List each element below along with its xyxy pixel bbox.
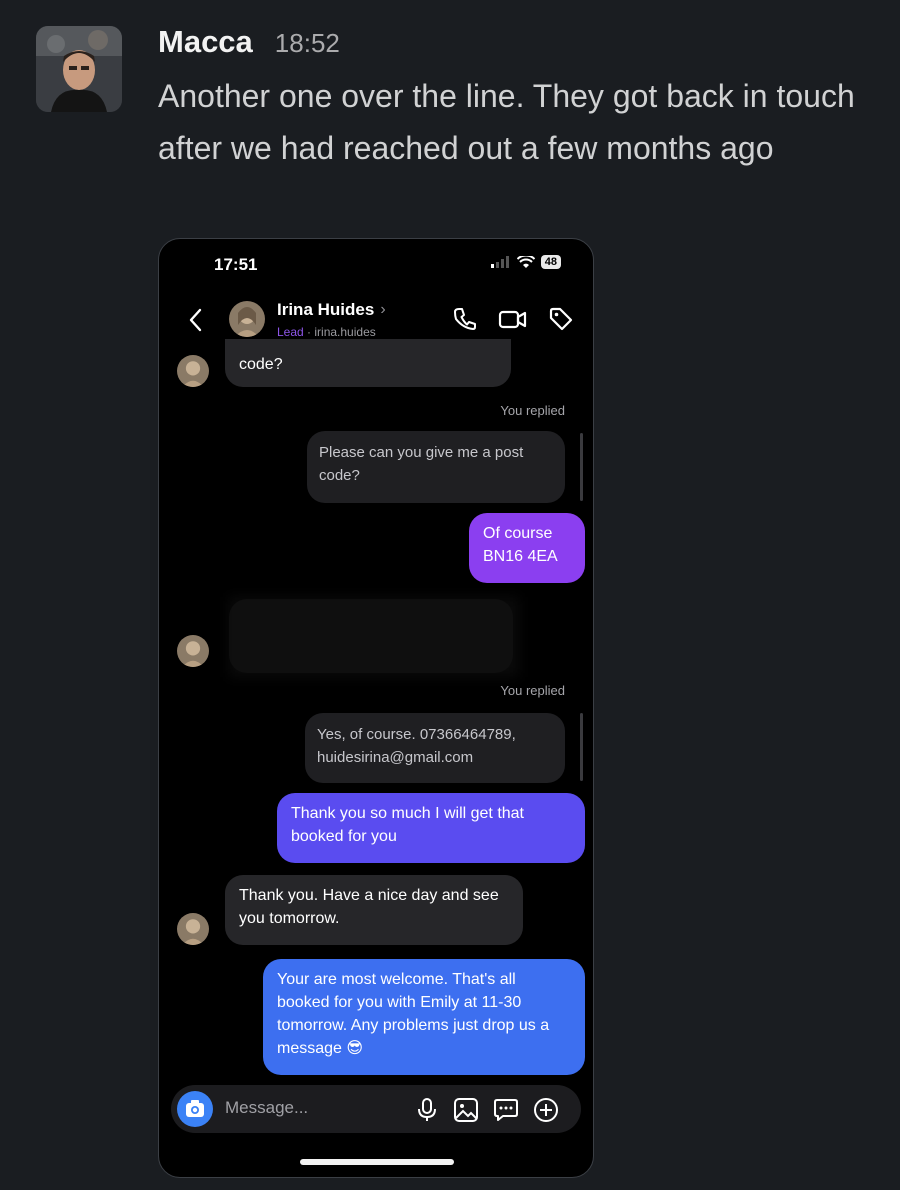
quote-bar xyxy=(580,713,583,781)
message-text: Thank you so much I will get that booked… xyxy=(291,805,524,845)
video-icon[interactable] xyxy=(497,305,529,333)
contact-handle: · irina.huides xyxy=(307,325,376,339)
home-indicator xyxy=(300,1159,454,1165)
contact-name-text: Irina Huides xyxy=(277,300,375,319)
tag-icon[interactable] xyxy=(547,305,575,333)
slack-message: Macca 18:52 Another one over the line. T… xyxy=(0,0,900,1190)
outgoing-message[interactable]: Your are most welcome. That's all booked… xyxy=(263,959,585,1075)
contact-name[interactable]: Irina Huides › xyxy=(277,300,386,320)
header-actions xyxy=(451,305,575,333)
quoted-text: Yes, of course. 07366464789, huidesirina… xyxy=(317,726,516,766)
redacted-bubble xyxy=(229,599,513,673)
message-timestamp[interactable]: 18:52 xyxy=(275,28,340,59)
contact-subtitle: Lead · irina.huides xyxy=(277,325,376,339)
plus-icon[interactable] xyxy=(533,1097,559,1123)
sender-name[interactable]: Macca xyxy=(158,24,253,60)
outgoing-message[interactable]: Thank you so much I will get that booked… xyxy=(277,793,585,863)
chevron-left-icon[interactable] xyxy=(185,307,207,333)
phone-icon[interactable] xyxy=(451,305,479,333)
signal-icon xyxy=(490,256,509,268)
message-composer: Message... xyxy=(171,1085,581,1133)
message-text: Of course BN16 4EA xyxy=(483,525,558,565)
incoming-message[interactable]: code? xyxy=(225,339,511,387)
wifi-icon xyxy=(516,255,535,268)
lead-label: Lead xyxy=(277,325,304,339)
outgoing-message[interactable]: Of course BN16 4EA xyxy=(469,513,585,583)
screenshot-attachment[interactable]: 17:51 48 Irina Huides › Lead · irina.hui… xyxy=(158,238,594,1178)
message-text: Your are most welcome. That's all booked… xyxy=(277,971,550,1057)
chevron-right-icon: › xyxy=(380,301,386,318)
message-text: Another one over the line. They got back… xyxy=(158,78,855,166)
mic-icon[interactable] xyxy=(415,1097,439,1123)
status-bar: 17:51 48 xyxy=(159,239,593,289)
message-input[interactable]: Message... xyxy=(225,1098,308,1118)
composer-actions xyxy=(415,1097,559,1123)
contact-avatar[interactable] xyxy=(229,301,265,337)
message-text: Thank you. Have a nice day and see you t… xyxy=(239,887,499,927)
gallery-icon[interactable] xyxy=(453,1097,479,1123)
message-text: code? xyxy=(239,356,283,373)
message-header: Macca 18:52 xyxy=(158,24,340,60)
quoted-text: Please can you give me a post code? xyxy=(319,444,524,484)
battery-indicator: 48 xyxy=(540,255,561,269)
status-time: 17:51 xyxy=(214,255,258,274)
contact-avatar-small xyxy=(177,913,209,945)
sticker-icon[interactable] xyxy=(493,1097,519,1123)
quoted-message[interactable]: Yes, of course. 07366464789, huidesirina… xyxy=(305,713,565,783)
incoming-message[interactable]: Thank you. Have a nice day and see you t… xyxy=(225,875,523,945)
camera-icon xyxy=(186,1100,204,1117)
camera-button[interactable] xyxy=(177,1091,213,1127)
replied-label: You replied xyxy=(500,403,565,418)
sender-avatar[interactable] xyxy=(36,26,122,112)
contact-avatar-small xyxy=(177,635,209,667)
status-icons: 48 xyxy=(490,255,561,269)
quoted-message[interactable]: Please can you give me a post code? xyxy=(307,431,565,503)
replied-label: You replied xyxy=(500,683,565,698)
quote-bar xyxy=(580,433,583,501)
contact-avatar-small xyxy=(177,355,209,387)
